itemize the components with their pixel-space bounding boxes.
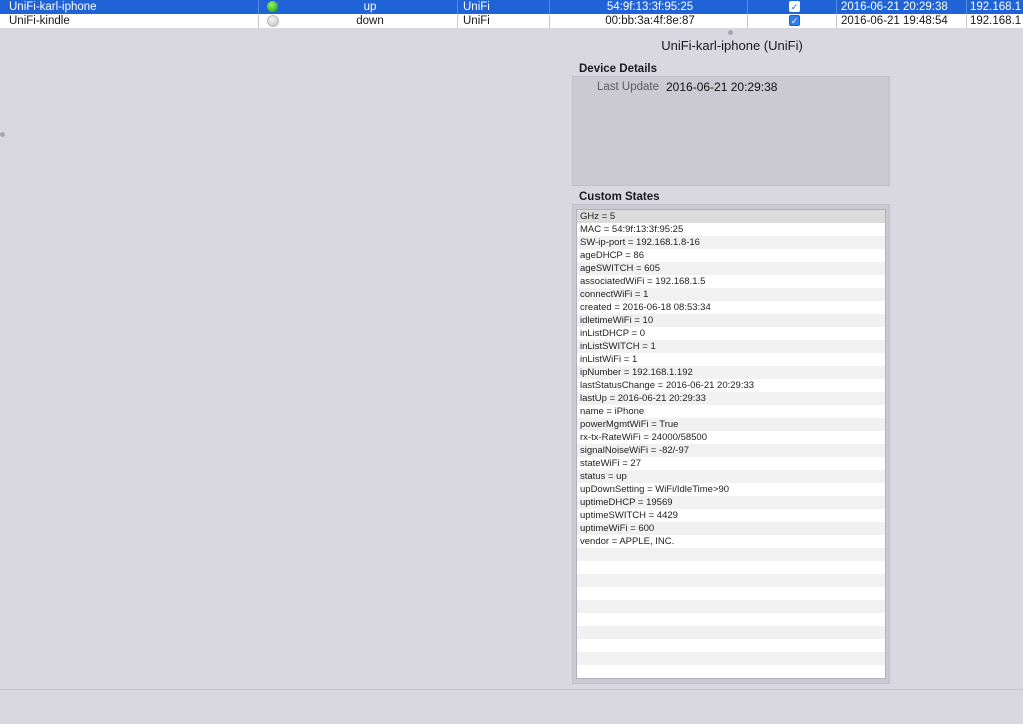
device-details-heading: Device Details — [579, 63, 657, 75]
device-enabled-checkbox[interactable]: ✓ — [789, 14, 801, 28]
custom-state-row[interactable]: upDownSetting = WiFi/IdleTime>90 — [577, 483, 885, 496]
bottom-divider — [0, 689, 1023, 690]
custom-state-row[interactable]: inListWiFi = 1 — [577, 353, 885, 366]
custom-state-row[interactable]: created = 2016-06-18 08:53:34 — [577, 301, 885, 314]
column-divider — [836, 0, 837, 14]
last-update-label: Last Update — [597, 81, 660, 93]
column-divider — [457, 14, 458, 28]
column-divider — [258, 14, 259, 28]
custom-state-row[interactable]: ipNumber = 192.168.1.192 — [577, 366, 885, 379]
custom-state-row[interactable]: lastUp = 2016-06-21 20:29:33 — [577, 392, 885, 405]
device-last-update: 2016-06-21 19:48:54 — [841, 15, 948, 27]
custom-state-row[interactable]: uptimeDHCP = 19569 — [577, 496, 885, 509]
column-divider — [549, 0, 550, 14]
device-ip: 192.168.1 — [970, 15, 1022, 27]
device-type: UniFi — [463, 1, 490, 13]
column-divider — [966, 14, 967, 28]
device-type: UniFi — [463, 15, 490, 27]
column-divider — [747, 0, 748, 14]
device-name: UniFi-kindle — [9, 15, 70, 27]
custom-state-row[interactable]: GHz = 5 — [577, 210, 885, 223]
custom-state-row[interactable]: SW-ip-port = 192.168.1.8-16 — [577, 236, 885, 249]
custom-state-row[interactable]: powerMgmtWiFi = True — [577, 418, 885, 431]
custom-state-row[interactable]: inListDHCP = 0 — [577, 327, 885, 340]
custom-state-row[interactable]: uptimeWiFi = 600 — [577, 522, 885, 535]
empty-row — [577, 561, 885, 574]
device-row-karl-iphone[interactable]: UniFi-karl-iphone up UniFi 54:9f:13:3f:9… — [0, 0, 1023, 14]
column-divider — [966, 0, 967, 14]
device-detail-title: UniFi-karl-iphone (UniFi) — [661, 38, 803, 53]
empty-row — [577, 574, 885, 587]
custom-states-heading: Custom States — [579, 191, 660, 203]
custom-state-row[interactable]: status = up — [577, 470, 885, 483]
device-name: UniFi-karl-iphone — [9, 1, 97, 13]
empty-row — [577, 652, 885, 665]
column-divider — [836, 14, 837, 28]
custom-state-row[interactable]: rx-tx-RateWiFi = 24000/58500 — [577, 431, 885, 444]
device-last-update: 2016-06-21 20:29:38 — [841, 1, 948, 13]
empty-row — [577, 587, 885, 600]
custom-state-row[interactable]: signalNoiseWiFi = -82/-97 — [577, 444, 885, 457]
custom-state-row[interactable]: vendor = APPLE, INC. — [577, 535, 885, 548]
vertical-split-handle[interactable] — [0, 132, 5, 137]
device-mac: 00:bb:3a:4f:8e:87 — [605, 15, 695, 27]
grey-status-dot-icon — [267, 14, 279, 28]
horizontal-split-handle[interactable] — [728, 30, 733, 35]
last-update-value: 2016-06-21 20:29:38 — [666, 80, 778, 94]
device-mac: 54:9f:13:3f:95:25 — [606, 1, 694, 13]
custom-state-row[interactable]: lastStatusChange = 2016-06-21 20:29:33 — [577, 379, 885, 392]
column-divider — [457, 0, 458, 14]
green-status-dot-icon — [267, 0, 279, 14]
empty-row — [577, 600, 885, 613]
custom-states-list[interactable]: GHz = 5 MAC = 54:9f:13:3f:95:25 SW-ip-port… — [576, 209, 886, 679]
custom-state-row[interactable]: stateWiFi = 27 — [577, 457, 885, 470]
custom-state-row[interactable]: connectWiFi = 1 — [577, 288, 885, 301]
device-state: down — [356, 15, 384, 27]
device-ip: 192.168.1 — [970, 1, 1022, 13]
column-divider — [549, 14, 550, 28]
empty-row — [577, 639, 885, 652]
custom-state-row[interactable]: name = iPhone — [577, 405, 885, 418]
custom-state-row[interactable]: idletimeWiFi = 10 — [577, 314, 885, 327]
column-divider — [747, 14, 748, 28]
custom-state-row[interactable]: uptimeSWITCH = 4429 — [577, 509, 885, 522]
empty-row — [577, 548, 885, 561]
custom-state-row[interactable]: MAC = 54:9f:13:3f:95:25 — [577, 223, 885, 236]
device-row-kindle[interactable]: UniFi-kindle down UniFi 00:bb:3a:4f:8e:8… — [0, 14, 1023, 28]
device-enabled-checkbox[interactable]: ✓ — [789, 0, 801, 14]
empty-row — [577, 613, 885, 626]
device-state: up — [363, 1, 377, 13]
custom-state-row[interactable]: inListSWITCH = 1 — [577, 340, 885, 353]
custom-state-row[interactable]: associatedWiFi = 192.168.1.5 — [577, 275, 885, 288]
custom-state-row[interactable]: ageDHCP = 86 — [577, 249, 885, 262]
empty-row — [577, 665, 885, 678]
column-divider — [258, 0, 259, 14]
custom-state-row[interactable]: ageSWITCH = 605 — [577, 262, 885, 275]
empty-row — [577, 626, 885, 639]
